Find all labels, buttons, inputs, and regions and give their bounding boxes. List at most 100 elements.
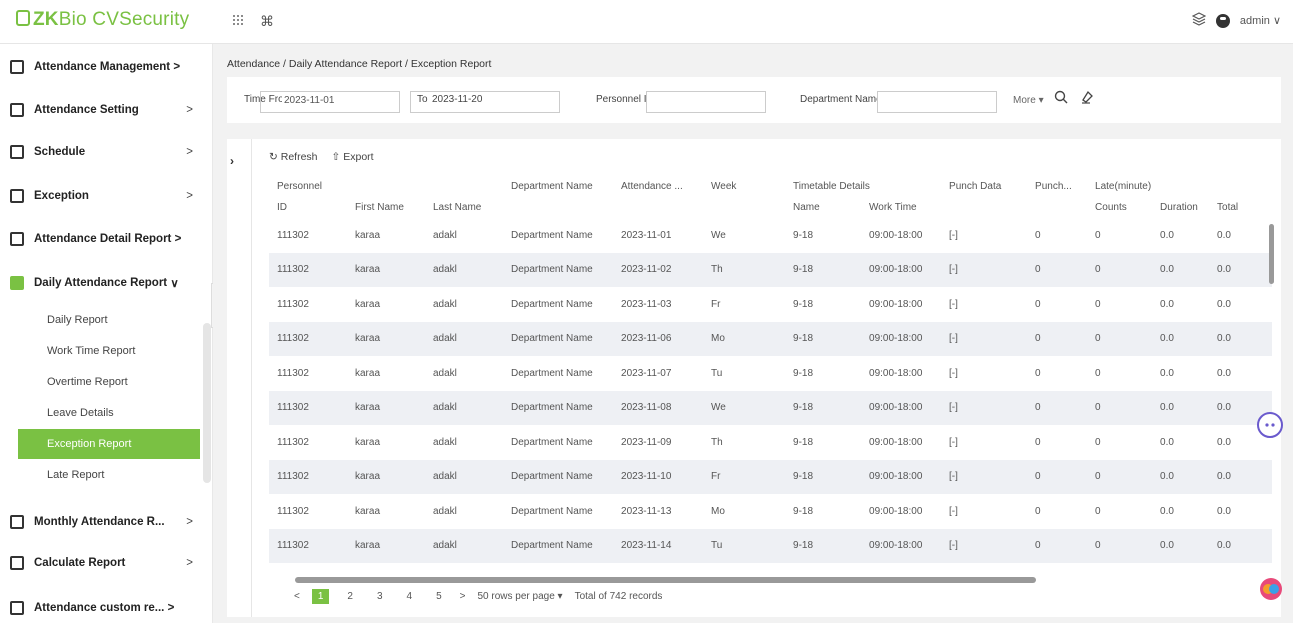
cell-work-time: 09:00-18:00 <box>869 367 923 379</box>
assistant-icon[interactable] <box>1257 412 1283 438</box>
col-week[interactable]: Week <box>703 176 786 197</box>
cell-week: We <box>703 390 786 425</box>
user-icon[interactable] <box>1215 13 1230 28</box>
cell-punch: 0 <box>1035 298 1041 310</box>
command-icon[interactable]: ⌘ <box>260 13 274 30</box>
department-name-input[interactable] <box>877 91 997 113</box>
table-row[interactable]: 111302 karaa adakl Department Name 2023-11-0… <box>269 356 1272 391</box>
col-late-duration[interactable]: Duration <box>1152 197 1210 218</box>
col-punch-data[interactable]: Punch Data <box>941 176 1028 197</box>
cell-late-total: 0.0 <box>1217 298 1231 310</box>
cell-punch: 0 <box>1035 505 1041 517</box>
expand-tree-icon[interactable]: › <box>230 154 234 168</box>
sidebar-item-monthly-attendance-report[interactable]: Monthly Attendance R... > <box>0 506 213 537</box>
page-3-button[interactable]: 3 <box>371 589 389 604</box>
col-late-counts[interactable]: Counts <box>1087 197 1153 218</box>
table-row[interactable]: 111302 karaa adakl Department Name 2023-11-1… <box>269 528 1273 563</box>
personnel-id-input[interactable] <box>646 91 766 113</box>
cell-punch: 0 <box>1027 252 1088 287</box>
col-department-name[interactable]: Department Name <box>503 176 614 197</box>
page-5-button[interactable]: 5 <box>430 589 448 604</box>
cell-late-counts: 0 <box>1095 367 1101 379</box>
cell-punch-data: [-] <box>941 390 1028 425</box>
sub-header-row: ID First Name Last Name Name Work Time C… <box>269 197 1273 218</box>
page-4-button[interactable]: 4 <box>401 589 419 604</box>
cell-timetable-name: 9-18 <box>793 367 814 379</box>
table-row[interactable]: 111302 karaa adakl Department Name 2023-11-1… <box>269 459 1273 494</box>
apps-grid-icon[interactable] <box>232 13 244 29</box>
cell-late-counts: 0 <box>1095 298 1101 310</box>
col-last-name[interactable]: Last Name <box>425 197 504 218</box>
sidebar-item-exception[interactable]: Exception > <box>0 180 213 211</box>
vertical-scrollbar[interactable] <box>1269 199 1275 559</box>
sidebar-item-schedule[interactable]: Schedule > <box>0 136 213 167</box>
submenu-work-time-report[interactable]: Work Time Report <box>18 336 200 366</box>
refresh-button[interactable]: ↻ Refresh <box>269 151 318 163</box>
clear-icon[interactable] <box>1080 90 1094 108</box>
table-row[interactable]: 111302 karaa adakl Department Name 2023-11-0… <box>269 218 1272 253</box>
cell-department: Department Name <box>503 459 614 494</box>
col-work-time[interactable]: Work Time <box>861 197 942 218</box>
cell-late-duration: 0.0 <box>1160 298 1174 310</box>
submenu-leave-details[interactable]: Leave Details <box>18 398 200 428</box>
more-filters-button[interactable]: More ▾ <box>1013 95 1044 106</box>
submenu-scrollbar[interactable] <box>203 323 211 483</box>
submenu-overtime-report[interactable]: Overtime Report <box>18 367 200 397</box>
table-row[interactable]: 111302 karaa adakl Department Name 2023-11-0… <box>269 321 1273 356</box>
cell-week: Th <box>711 436 723 448</box>
cell-department: Department Name <box>511 298 593 310</box>
table-row[interactable]: 111302 karaa adakl Department Name 2023-11-0… <box>269 287 1272 322</box>
layers-icon[interactable] <box>1191 12 1207 29</box>
sidebar-item-attendance-setting[interactable]: Attendance Setting > <box>0 94 213 125</box>
cell-week: Tu <box>703 528 786 563</box>
cell-work-time: 09:00-18:00 <box>869 436 923 448</box>
submenu-daily-report[interactable]: Daily Report <box>18 305 200 335</box>
export-button[interactable]: ⇧ Export <box>332 151 374 163</box>
page-1-button[interactable]: 1 <box>311 589 330 604</box>
cell-late-counts: 0 <box>1087 321 1153 356</box>
submenu-exception-report[interactable]: Exception Report <box>18 429 200 459</box>
pagination: < 1 2 3 4 5 > 50 rows per page ▾ Total o… <box>294 589 662 604</box>
col-attendance-date[interactable]: Attendance ... <box>613 176 704 197</box>
user-menu[interactable]: admin ∨ <box>1240 14 1281 27</box>
submenu-late-report[interactable]: Late Report <box>18 460 200 490</box>
sidebar-item-daily-attendance-report[interactable]: Daily Attendance Report ∨ <box>0 267 213 298</box>
group-header-row: Personnel Department Name Attendance ...… <box>269 176 1273 197</box>
ai-brain-icon[interactable] <box>1260 578 1282 600</box>
table-row[interactable]: 111302 karaa adakl Department Name 2023-11-0… <box>269 390 1273 425</box>
cell-late-total: 0.0 <box>1217 367 1231 379</box>
col-first-name[interactable]: First Name <box>347 197 425 218</box>
cell-attendance-date: 2023-11-09 <box>621 436 672 448</box>
search-icon[interactable] <box>1054 90 1068 108</box>
cell-late-total: 0.0 <box>1217 229 1231 241</box>
sidebar-item-attendance-management[interactable]: Attendance Management > <box>0 51 213 82</box>
cell-late-counts: 0 <box>1095 436 1101 448</box>
col-timetable-name[interactable]: Name <box>785 197 862 218</box>
cell-work-time: 09:00-18:00 <box>861 528 942 563</box>
table-row[interactable]: 111302 karaa adakl Department Name 2023-11-0… <box>269 252 1273 287</box>
col-group-personnel: Personnel <box>269 176 504 197</box>
time-from-field[interactable]: 2023-11-01 <box>282 91 400 113</box>
sidebar-item-calculate-report[interactable]: Calculate Report > <box>0 547 213 578</box>
cell-late-duration: 0.0 <box>1160 436 1174 448</box>
vertical-scroll-thumb[interactable] <box>1269 224 1274 284</box>
table-row[interactable]: 111302 karaa adakl Department Name 2023-11-0… <box>269 425 1272 460</box>
time-to-field[interactable]: 2023-11-20 <box>432 94 482 105</box>
cell-timetable-name: 9-18 <box>785 459 862 494</box>
sidebar-item-attendance-detail-report[interactable]: Attendance Detail Report > <box>0 223 213 254</box>
rows-per-page-select[interactable]: 50 rows per page ▾ <box>478 591 563 602</box>
horizontal-scrollbar[interactable] <box>295 577 1036 583</box>
col-late-total[interactable]: Total <box>1209 197 1273 218</box>
prev-page-button[interactable]: < <box>294 591 300 602</box>
col-punch[interactable]: Punch... <box>1027 176 1088 197</box>
next-page-button[interactable]: > <box>460 591 466 602</box>
col-id[interactable]: ID <box>269 197 347 218</box>
cell-punch-data: [-] <box>941 321 1028 356</box>
table-row[interactable]: 111302 karaa adakl Department Name 2023-11-1… <box>269 494 1272 529</box>
sidebar-item-attendance-custom-report[interactable]: Attendance custom re... > <box>0 592 213 623</box>
cell-attendance-date: 2023-11-07 <box>621 367 672 379</box>
exception-icon <box>10 188 24 203</box>
top-bar: ZKBio CVSecurity ⌘ admin ∨ <box>0 0 1293 44</box>
app-logo[interactable]: ZKBio CVSecurity <box>16 9 189 31</box>
page-2-button[interactable]: 2 <box>341 589 359 604</box>
